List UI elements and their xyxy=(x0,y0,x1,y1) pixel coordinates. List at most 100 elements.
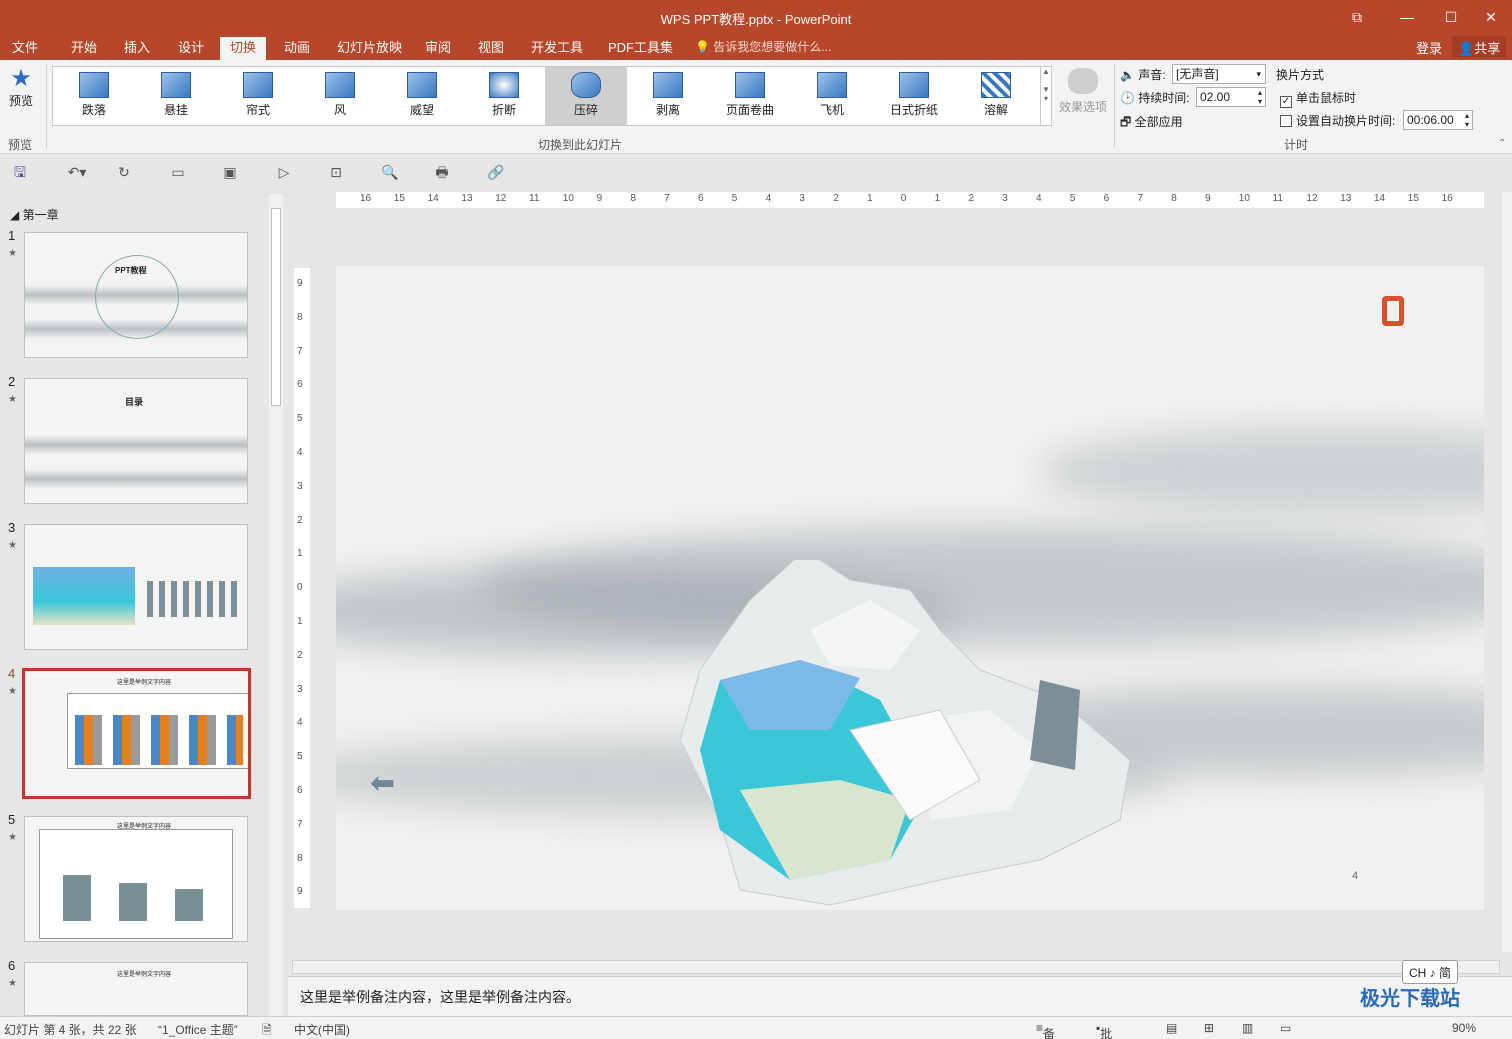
ruler-tick-label: 0 xyxy=(297,582,303,594)
on-click-checkbox[interactable]: ✓ 单击鼠标时 xyxy=(1280,89,1356,108)
reading-view-icon[interactable]: ▥ xyxy=(1242,1021,1253,1035)
share-button[interactable]: 👤共享 xyxy=(1452,36,1507,58)
auto-advance-stepper[interactable]: 00:06.00 ▴ ▾ xyxy=(1403,110,1473,130)
transition-dissolve[interactable]: 溶解 xyxy=(955,67,1037,125)
transition-origami[interactable]: 日式折纸 xyxy=(873,67,955,125)
ruler-tick-label: 5 xyxy=(297,751,303,763)
tab-pdf-tools[interactable]: PDF工具集 xyxy=(598,37,683,60)
slide-number: 2 xyxy=(8,374,16,389)
user-icon: 👤 xyxy=(1458,41,1475,56)
slide-thumbnail-3[interactable] xyxy=(24,524,248,650)
sound-dropdown[interactable]: [无声音] ▾ xyxy=(1172,64,1266,84)
ime-indicator[interactable]: CH ♪ 简 xyxy=(1402,960,1459,984)
slideshow-icon[interactable]: ▷ xyxy=(274,162,294,182)
tab-design[interactable]: 设计 xyxy=(168,37,214,60)
wind-icon xyxy=(325,72,355,98)
slide-thumbnail-1[interactable]: PPT教程 xyxy=(24,232,248,358)
ruler-tick-label: 2 xyxy=(968,193,974,204)
collapse-ribbon-icon[interactable]: ⌃ xyxy=(1498,138,1506,149)
ruler-tick-label: 5 xyxy=(297,413,303,425)
redo-icon[interactable]: ↻ xyxy=(114,162,134,182)
print-icon[interactable]: 🖶 xyxy=(432,162,452,182)
tab-animations[interactable]: 动画 xyxy=(274,37,320,60)
tab-review[interactable]: 审阅 xyxy=(415,37,461,60)
transition-page-curl[interactable]: 页面卷曲 xyxy=(709,67,791,125)
auto-advance-checkbox[interactable]: 设置自动换片时间: xyxy=(1280,112,1395,129)
transition-crush[interactable]: 压碎 xyxy=(545,67,627,125)
presenter-icon[interactable]: ⊡ xyxy=(326,162,346,182)
transition-curtains[interactable]: 帘式 xyxy=(217,67,299,125)
tab-insert[interactable]: 插入 xyxy=(114,37,160,60)
text-box-icon[interactable]: ▣ xyxy=(220,162,240,182)
comments-button[interactable]: ▪ 批注 xyxy=(1096,1021,1112,1039)
on-click-label: 单击鼠标时 xyxy=(1296,91,1357,105)
language[interactable]: 中文(中国) xyxy=(294,1021,350,1038)
transition-wind[interactable]: 风 xyxy=(299,67,381,125)
peel-off-icon xyxy=(653,72,683,98)
ruler-tick-label: 15 xyxy=(393,193,405,204)
slide-sorter-icon[interactable]: ⊞ xyxy=(1204,1021,1214,1035)
slide-number: 6 xyxy=(8,958,16,973)
slide-thumbnail-2[interactable]: 目录 xyxy=(24,378,248,504)
zoom-level[interactable]: 90% xyxy=(1452,1021,1476,1035)
menu-bar: 文件 开始 插入 设计 切换 动画 幻灯片放映 审阅 视图 开发工具 PDF工具… xyxy=(0,34,1512,60)
ribbon-display-button[interactable]: ⧉ xyxy=(1334,6,1380,28)
transition-drape[interactable]: 悬挂 xyxy=(135,67,217,125)
tab-file[interactable]: 文件 xyxy=(2,37,48,60)
preview-label: 预览 xyxy=(8,94,33,108)
duration-stepper[interactable]: 02.00 ▴ ▾ xyxy=(1196,87,1266,107)
find-icon[interactable]: 🔍 xyxy=(380,162,400,182)
transition-airplane[interactable]: 飞机 xyxy=(791,67,873,125)
normal-view-icon[interactable]: ▤ xyxy=(1166,1021,1177,1035)
notes-button[interactable]: ≡ 备注 xyxy=(1036,1021,1055,1039)
spellcheck-icon[interactable]: 🗎 xyxy=(262,1021,272,1039)
tab-transitions[interactable]: 切换 xyxy=(220,37,267,60)
slide-thumbnail-6[interactable]: 这里是举例文字内容 xyxy=(24,962,248,1016)
undo-icon[interactable]: ↶▾ xyxy=(62,162,92,182)
sound-value: [无声音] xyxy=(1176,67,1219,81)
slide-thumbnail-5[interactable]: 这里是举例文字内容 xyxy=(24,816,248,942)
tab-developer[interactable]: 开发工具 xyxy=(521,37,593,60)
gallery-scroll[interactable]: ▲ ▼ ▾ xyxy=(1040,66,1052,126)
scroll-thumb[interactable] xyxy=(271,208,281,406)
slideshow-view-icon[interactable]: ▭ xyxy=(1280,1021,1291,1035)
transition-fracture[interactable]: 折断 xyxy=(463,67,545,125)
transition-label: 溶解 xyxy=(983,103,1008,117)
tell-me-search[interactable]: 💡 告诉我您想要做什么... xyxy=(695,38,831,55)
horizontal-ruler: 16 15 14 13 12 11 10 9 8 7 6 5 4 3 2 1 0 1 2 3 4 5 6 7 8 9 10 11 12 1… xyxy=(336,192,1484,208)
transition-fall[interactable]: 跌落 xyxy=(53,67,135,125)
duration-label: 持续时间: xyxy=(1138,91,1190,105)
ruler-tick-label: 7 xyxy=(297,818,303,830)
ruler-tick-label: 13 xyxy=(461,193,473,204)
tab-view[interactable]: 视图 xyxy=(468,37,514,60)
notes-pane[interactable]: 这里是举例备注内容，这里是举例备注内容。 xyxy=(288,976,1512,1016)
tab-home[interactable]: 开始 xyxy=(61,37,107,60)
thumb-title: 目录 xyxy=(125,397,144,407)
slide-thumbnail-4[interactable]: 这里是举例文字内容 xyxy=(22,668,251,799)
editor-vertical-scrollbar[interactable] xyxy=(1502,192,1512,952)
preview-button[interactable]: ★ 预览 xyxy=(4,66,38,109)
ruler-tick-label: 8 xyxy=(630,193,636,204)
close-button[interactable]: ✕ xyxy=(1468,6,1512,28)
minimize-button[interactable]: — xyxy=(1384,6,1430,28)
apply-all-button[interactable]: 🗗 全部应用 xyxy=(1120,113,1183,134)
transition-peel-off[interactable]: 剥离 xyxy=(627,67,709,125)
thumb-title: PPT教程 xyxy=(115,266,147,275)
new-slide-icon[interactable]: ▭ xyxy=(168,162,188,182)
transition-prestige[interactable]: 威望 xyxy=(381,67,463,125)
transition-star-icon: ★ xyxy=(8,978,17,989)
save-icon[interactable]: 🖫 xyxy=(10,162,30,182)
ruler-tick-label: 10 xyxy=(562,193,574,204)
editor-horizontal-scrollbar[interactable] xyxy=(292,960,1500,974)
ruler-tick-label: 9 xyxy=(1205,193,1211,204)
link-icon[interactable]: 🔗 xyxy=(486,162,506,182)
effect-options-label: 效果选项 xyxy=(1058,100,1107,114)
tell-me-text: 告诉我您想要做什么... xyxy=(713,40,832,54)
sound-label: 声音: xyxy=(1138,68,1166,82)
login-button[interactable]: 登录 xyxy=(1416,38,1442,57)
section-header[interactable]: ◢ 第一章 xyxy=(10,206,59,223)
collapse-triangle-icon: ◢ xyxy=(10,208,23,222)
tab-slideshow[interactable]: 幻灯片放映 xyxy=(327,37,412,60)
thumbnail-scrollbar[interactable] xyxy=(269,194,283,1016)
ruler-tick-label: 4 xyxy=(765,193,772,204)
